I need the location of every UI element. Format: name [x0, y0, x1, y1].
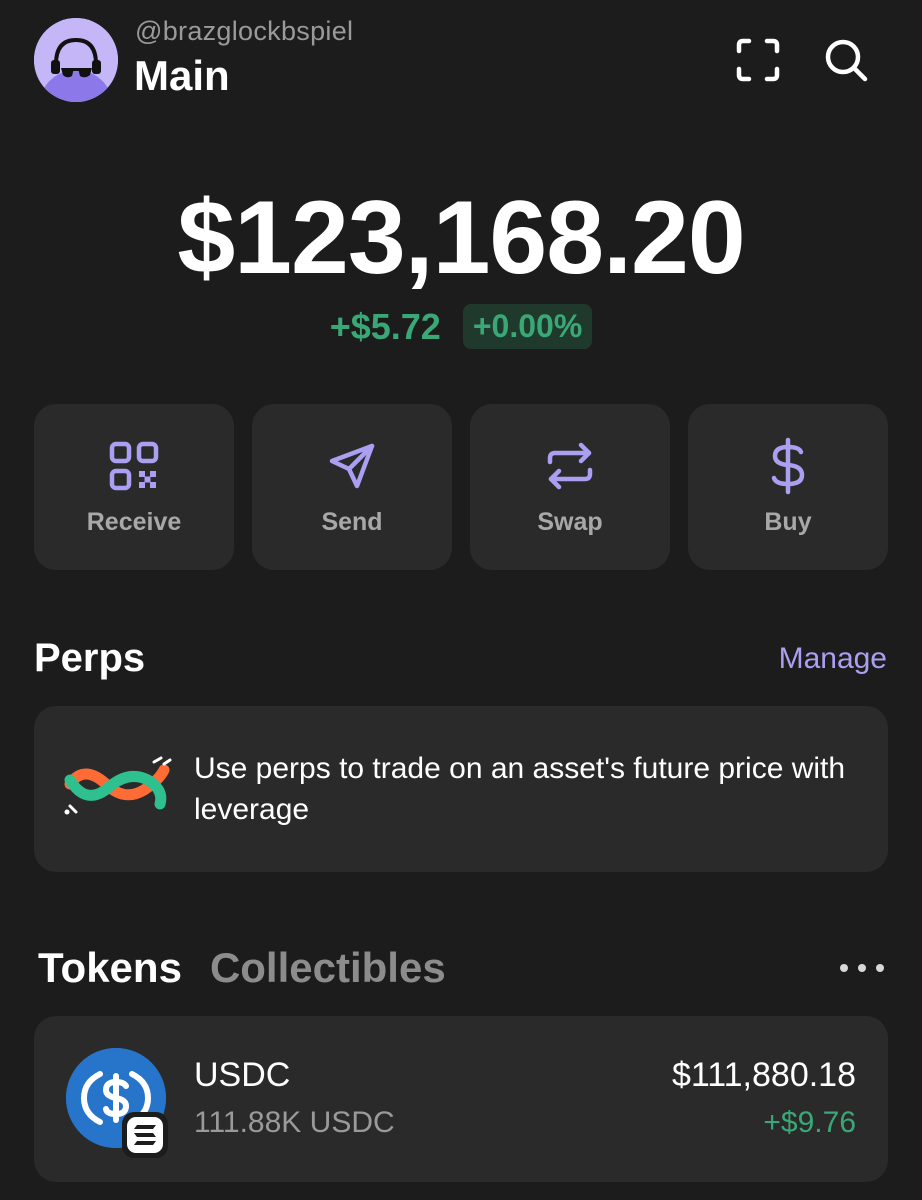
swap-label: Swap	[537, 507, 603, 536]
perps-description: Use perps to trade on an asset's future …	[194, 752, 846, 826]
swap-icon	[547, 442, 593, 489]
account-name[interactable]: Main	[134, 52, 230, 100]
send-label: Send	[321, 507, 383, 536]
tab-tokens[interactable]: Tokens	[38, 944, 182, 992]
qr-code-icon	[109, 441, 159, 490]
scan-icon	[736, 38, 780, 82]
change-amount: +$5.72	[329, 305, 441, 347]
balance-change: +$5.72 +0.00%	[0, 304, 922, 349]
send-icon	[329, 443, 375, 488]
search-button[interactable]	[816, 30, 876, 90]
manage-link[interactable]: Manage	[779, 642, 887, 676]
total-balance: $123,168.20	[177, 180, 745, 296]
buy-label: Buy	[764, 507, 812, 536]
send-button[interactable]: Send	[252, 404, 452, 570]
avatar[interactable]	[34, 18, 118, 102]
token-amount: 111.88K USDC	[194, 1106, 395, 1139]
header: @brazglockbspiel Main	[0, 0, 922, 130]
swap-button[interactable]: Swap	[470, 404, 670, 570]
scan-button[interactable]	[728, 30, 788, 90]
tab-collectibles[interactable]: Collectibles	[210, 944, 446, 992]
token-row-usdc[interactable]: USDC 111.88K USDC $111,880.18 +$9.76	[34, 1016, 888, 1182]
perps-card[interactable]: Use perps to trade on an asset's future …	[34, 706, 888, 872]
solana-chain-badge	[122, 1112, 168, 1158]
change-percent-badge: +0.00%	[462, 304, 593, 349]
token-value: $111,880.18	[671, 1056, 856, 1094]
dollar-icon	[771, 437, 805, 494]
token-change: +$9.76	[763, 1106, 856, 1139]
buy-button[interactable]: Buy	[688, 404, 888, 570]
perps-infinity-icon	[64, 754, 174, 829]
search-icon	[825, 39, 868, 82]
more-dot	[858, 964, 866, 972]
more-options-button[interactable]	[840, 958, 884, 978]
perps-title: Perps	[34, 636, 146, 680]
receive-button[interactable]: Receive	[34, 404, 234, 570]
solana-icon	[134, 1125, 156, 1145]
more-dot	[876, 964, 884, 972]
action-buttons: Receive Send Swap Buy	[34, 404, 888, 570]
token-name: USDC	[194, 1056, 291, 1094]
asset-tabs: Tokens Collectibles	[38, 944, 446, 992]
account-handle: @brazglockbspiel	[135, 16, 354, 46]
more-dots-icon	[840, 964, 848, 972]
receive-label: Receive	[86, 507, 182, 536]
